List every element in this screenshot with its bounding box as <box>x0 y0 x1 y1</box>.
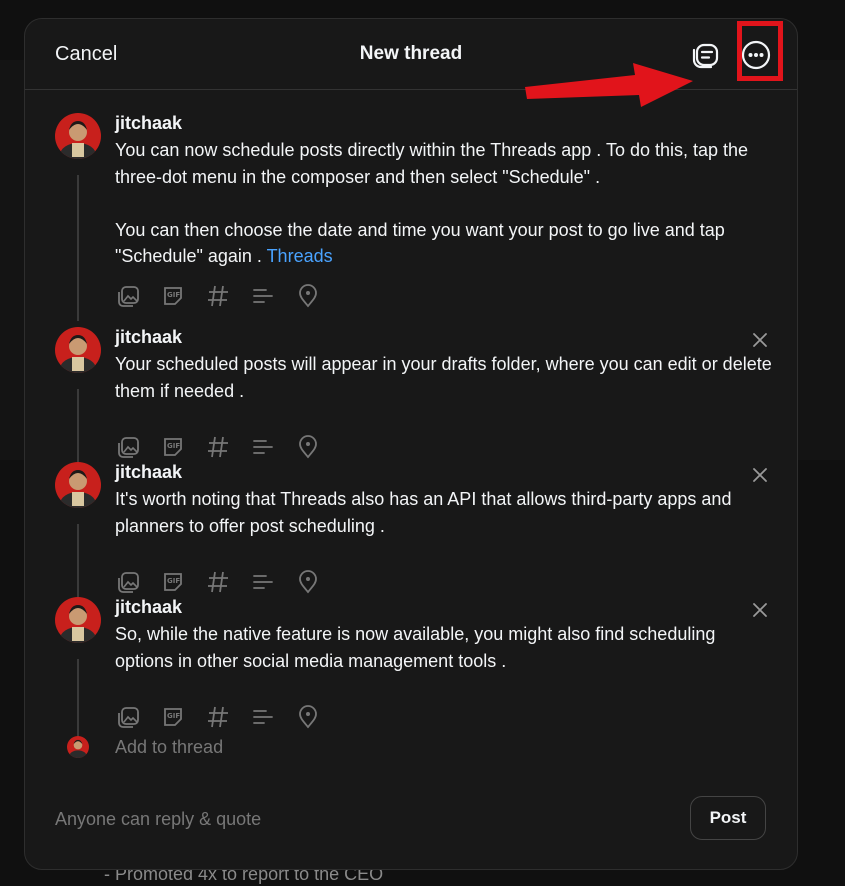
thread-connector-line <box>77 389 79 469</box>
post-username[interactable]: jitchaak <box>115 327 182 348</box>
hashtag-icon[interactable] <box>205 704 231 730</box>
remove-post-icon[interactable] <box>751 331 769 349</box>
svg-text:GIF: GIF <box>167 577 180 585</box>
thread-connector-line <box>77 524 79 604</box>
image-gallery-icon[interactable] <box>115 283 141 309</box>
post-username[interactable]: jitchaak <box>115 597 182 618</box>
post-text[interactable]: Your scheduled posts will appear in your… <box>115 351 775 404</box>
remove-post-icon[interactable] <box>751 466 769 484</box>
poll-icon[interactable] <box>250 283 276 309</box>
avatar <box>55 462 101 508</box>
post-button[interactable]: Post <box>690 796 766 840</box>
poll-icon[interactable] <box>250 704 276 730</box>
post-username[interactable]: jitchaak <box>115 462 182 483</box>
annotation-arrow-icon <box>525 63 693 107</box>
new-thread-modal: Cancel New thread jitchaak You can now s… <box>24 18 798 870</box>
post-text[interactable]: So, while the native feature is now avai… <box>115 621 775 674</box>
thread-connector-line <box>77 659 79 739</box>
svg-text:GIF: GIF <box>167 712 180 720</box>
location-icon[interactable] <box>295 569 321 595</box>
gif-icon[interactable]: GIF <box>160 704 186 730</box>
svg-text:GIF: GIF <box>167 442 180 450</box>
reply-setting-button[interactable]: Anyone can reply & quote <box>55 809 261 830</box>
hashtag-icon[interactable] <box>205 569 231 595</box>
post-text[interactable]: It's worth noting that Threads also has … <box>115 486 775 539</box>
image-gallery-icon[interactable] <box>115 704 141 730</box>
location-icon[interactable] <box>295 283 321 309</box>
avatar <box>55 327 101 373</box>
add-to-thread-input[interactable]: Add to thread <box>115 737 223 758</box>
gif-icon[interactable]: GIF <box>160 569 186 595</box>
background-panel-left <box>0 60 24 460</box>
remove-post-icon[interactable] <box>751 601 769 619</box>
image-gallery-icon[interactable] <box>115 434 141 460</box>
gif-icon[interactable]: GIF <box>160 434 186 460</box>
location-icon[interactable] <box>295 434 321 460</box>
svg-text:GIF: GIF <box>167 291 180 299</box>
thread-connector-line <box>77 175 79 321</box>
post-text[interactable]: You can now schedule posts directly with… <box>115 137 775 270</box>
hashtag-icon[interactable] <box>205 283 231 309</box>
annotation-highlight-box <box>737 21 783 81</box>
avatar <box>55 113 101 159</box>
threads-link[interactable]: Threads <box>267 246 333 266</box>
gif-icon[interactable]: GIF <box>160 283 186 309</box>
poll-icon[interactable] <box>250 434 276 460</box>
avatar <box>55 597 101 643</box>
post-username[interactable]: jitchaak <box>115 113 182 134</box>
hashtag-icon[interactable] <box>205 434 231 460</box>
poll-icon[interactable] <box>250 569 276 595</box>
background-panel-right <box>798 60 845 460</box>
image-gallery-icon[interactable] <box>115 569 141 595</box>
location-icon[interactable] <box>295 704 321 730</box>
small-avatar <box>67 736 89 758</box>
